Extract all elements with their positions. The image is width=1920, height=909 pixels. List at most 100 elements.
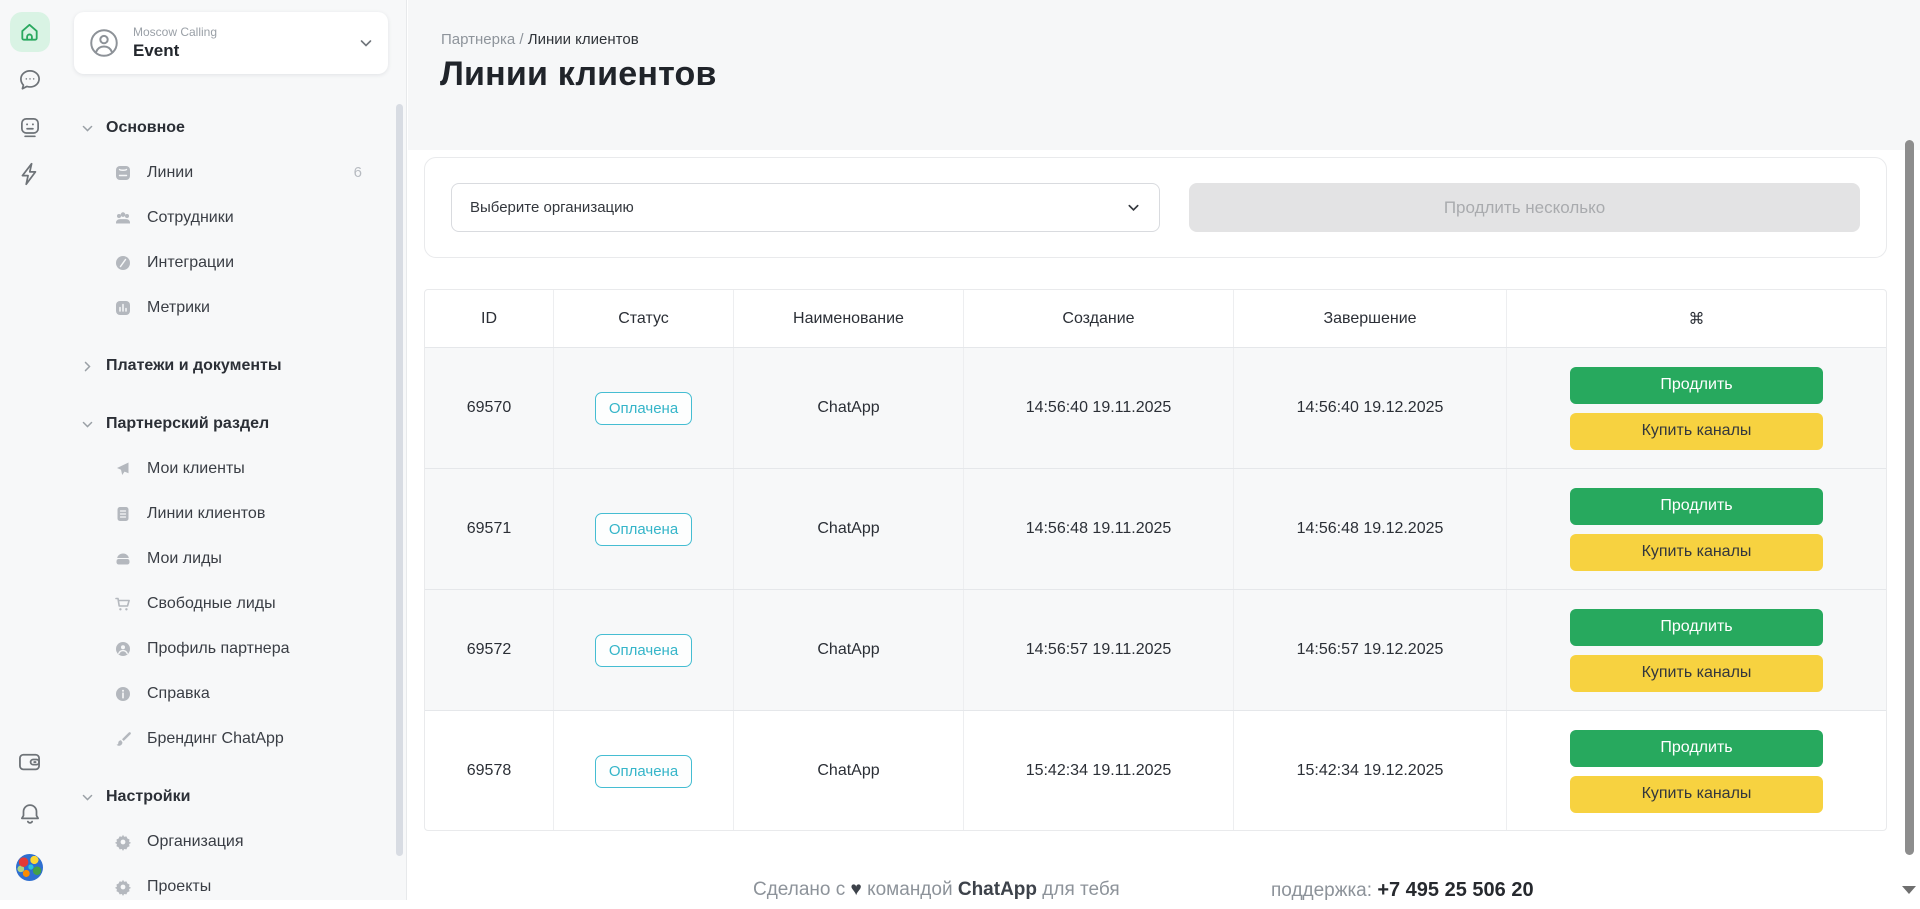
section-payments[interactable]: Платежи и документы (74, 344, 388, 388)
sidebar: Moscow Calling Event Основное Линии 6 Со… (59, 0, 407, 900)
automation-button[interactable] (11, 155, 49, 193)
sidebar-nav: Основное Линии 6 Сотрудники Интеграции (74, 106, 388, 909)
table-row: 69571 Оплачена ChatApp 14:56:48 19.11.20… (425, 468, 1886, 589)
heart-icon: ♥ (851, 879, 862, 900)
sidebar-item-free-leads[interactable]: Свободные лиды (74, 581, 388, 626)
org-switcher[interactable]: Moscow Calling Event (74, 12, 388, 74)
organization-select[interactable]: Выберите организацию (451, 183, 1160, 232)
org-avatar-icon (87, 26, 121, 60)
avatar (16, 854, 43, 881)
home-icon (18, 21, 41, 44)
cell-created: 14:56:57 19.11.2025 (964, 590, 1234, 710)
organization-select-value: Выберите организацию (470, 199, 634, 216)
extend-button[interactable]: Продлить (1570, 730, 1823, 767)
robot-icon (17, 114, 43, 140)
sidebar-item-partner-profile[interactable]: Профиль партнера (74, 626, 388, 671)
sidebar-item-my-leads[interactable]: Мои лиды (74, 536, 388, 581)
chats-button[interactable] (11, 61, 49, 99)
cart-icon (114, 595, 132, 613)
bell-icon (17, 801, 43, 827)
page-title: Линии клиентов (440, 55, 717, 94)
col-header-id: ID (425, 290, 554, 347)
cell-ends: 14:56:57 19.12.2025 (1234, 590, 1507, 710)
cell-id: 69572 (425, 590, 554, 710)
sidebar-item-my-clients[interactable]: Мои клиенты (74, 446, 388, 491)
bots-button[interactable] (11, 108, 49, 146)
buy-channels-button[interactable]: Купить каналы (1570, 534, 1823, 571)
chevron-down-icon (358, 35, 374, 51)
chevron-right-icon (81, 360, 94, 373)
sidebar-scrollbar[interactable] (396, 104, 403, 856)
buy-channels-button[interactable]: Купить каналы (1570, 413, 1823, 450)
home-button[interactable] (10, 12, 50, 52)
col-header-created: Создание (964, 290, 1234, 347)
lines-icon (114, 164, 132, 182)
table-row: 69572 Оплачена ChatApp 14:56:57 19.11.20… (425, 589, 1886, 710)
sidebar-item-lines[interactable]: Линии 6 (74, 150, 388, 195)
cell-ends: 14:56:48 19.12.2025 (1234, 469, 1507, 589)
sidebar-item-metrics[interactable]: Метрики (74, 285, 388, 330)
sidebar-item-client-lines[interactable]: Линии клиентов (74, 491, 388, 536)
gear-icon (114, 833, 132, 851)
sidebar-item-projects[interactable]: Проекты (74, 864, 388, 909)
breadcrumb-parent[interactable]: Партнерка (441, 31, 515, 48)
cell-id: 69571 (425, 469, 554, 589)
cell-ends: 15:42:34 19.12.2025 (1234, 711, 1507, 831)
cell-created: 14:56:48 19.11.2025 (964, 469, 1234, 589)
icon-rail (0, 0, 59, 900)
cell-created: 14:56:40 19.11.2025 (964, 348, 1234, 468)
col-header-name: Наименование (734, 290, 964, 347)
chevron-down-icon (81, 418, 94, 431)
cell-name: ChatApp (734, 348, 964, 468)
user-avatar[interactable] (11, 848, 49, 886)
breadcrumb: Партнерка / Линии клиентов (441, 31, 639, 48)
support-phone[interactable]: +7 495 25 506 20 (1377, 879, 1533, 901)
cell-name: ChatApp (734, 711, 964, 831)
client-lines-table: ID Статус Наименование Создание Завершен… (424, 289, 1887, 831)
page-scrollbar[interactable] (1905, 140, 1914, 855)
metrics-icon (114, 299, 132, 317)
sidebar-item-integrations[interactable]: Интеграции (74, 240, 388, 285)
section-partner[interactable]: Партнерский раздел (74, 402, 388, 446)
org-title: Event (133, 40, 217, 61)
megaphone-icon (114, 460, 132, 478)
table-row: 69578 Оплачена ChatApp 15:42:34 19.11.20… (425, 710, 1886, 831)
org-subtitle: Moscow Calling (133, 25, 217, 40)
support-text: поддержка: +7 495 25 506 20 (1271, 879, 1534, 902)
breadcrumb-current: Линии клиентов (528, 31, 639, 48)
extend-multiple-button[interactable]: Продлить несколько (1189, 183, 1860, 232)
col-header-status: Статус (554, 290, 734, 347)
chevron-down-icon (1126, 200, 1141, 215)
chevron-down-icon (81, 122, 94, 135)
section-settings[interactable]: Настройки (74, 775, 388, 819)
chevron-down-icon (81, 791, 94, 804)
made-with-love-text: Сделано с ♥ командой ChatApp для тебя (753, 879, 1120, 901)
status-badge: Оплачена (595, 634, 692, 667)
wallet-icon (16, 748, 43, 775)
sidebar-item-branding[interactable]: Брендинг ChatApp (74, 716, 388, 761)
buy-channels-button[interactable]: Купить каналы (1570, 776, 1823, 813)
sidebar-item-organization[interactable]: Организация (74, 819, 388, 864)
sidebar-item-help[interactable]: Справка (74, 671, 388, 716)
scroll-down-arrow-icon[interactable] (1902, 886, 1916, 894)
filter-panel: Выберите организацию Продлить несколько (424, 157, 1887, 258)
extend-button[interactable]: Продлить (1570, 609, 1823, 646)
notifications-button[interactable] (11, 795, 49, 833)
status-badge: Оплачена (595, 392, 692, 425)
extend-button[interactable]: Продлить (1570, 367, 1823, 404)
info-icon (114, 685, 132, 703)
sidebar-item-employees[interactable]: Сотрудники (74, 195, 388, 240)
integrations-icon (114, 254, 132, 272)
status-badge: Оплачена (595, 755, 692, 788)
brand-name: ChatApp (958, 879, 1037, 900)
wallet-button[interactable] (11, 742, 49, 780)
section-main[interactable]: Основное (74, 106, 388, 150)
buy-channels-button[interactable]: Купить каналы (1570, 655, 1823, 692)
status-badge: Оплачена (595, 513, 692, 546)
employees-icon (114, 209, 132, 227)
col-header-actions-command-icon: ⌘ (1507, 290, 1886, 347)
basket-icon (114, 550, 132, 568)
document-icon (114, 505, 132, 523)
extend-button[interactable]: Продлить (1570, 488, 1823, 525)
gear-icon (114, 878, 132, 896)
